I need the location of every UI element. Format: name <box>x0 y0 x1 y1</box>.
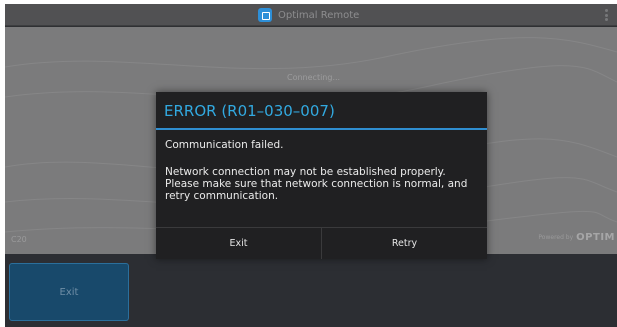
optimal-remote-icon <box>258 8 272 22</box>
app-title-group: Optimal Remote <box>258 7 359 23</box>
powered-by-logo: Powered by OPTIM <box>538 232 615 243</box>
error-message-summary: Communication failed. <box>165 139 284 151</box>
more-vertical-icon[interactable] <box>605 9 609 21</box>
bottom-bar: Exit <box>5 254 617 327</box>
app-title: Optimal Remote <box>278 9 360 21</box>
dialog-exit-button[interactable]: Exit <box>156 228 321 259</box>
exit-button[interactable]: Exit <box>9 263 129 321</box>
error-message: Communication failed. Network connection… <box>165 139 480 202</box>
connecting-status: Connecting... <box>287 73 341 82</box>
dialog-button-row: Exit Retry <box>156 227 487 259</box>
c20-label: C20 <box>11 235 27 244</box>
brand-logo: OPTIM <box>576 232 615 243</box>
title-bar: Optimal Remote <box>5 4 617 26</box>
error-title: ERROR (R01–030–007) <box>156 92 487 130</box>
error-message-detail: Network connection may not be establishe… <box>165 166 468 202</box>
app-screen: Optimal Remote Connecting... C20 Powered… <box>5 4 617 327</box>
dialog-retry-button[interactable]: Retry <box>321 228 487 259</box>
error-dialog: ERROR (R01–030–007) Communication failed… <box>156 92 487 259</box>
powered-by-text: Powered by <box>538 234 574 241</box>
